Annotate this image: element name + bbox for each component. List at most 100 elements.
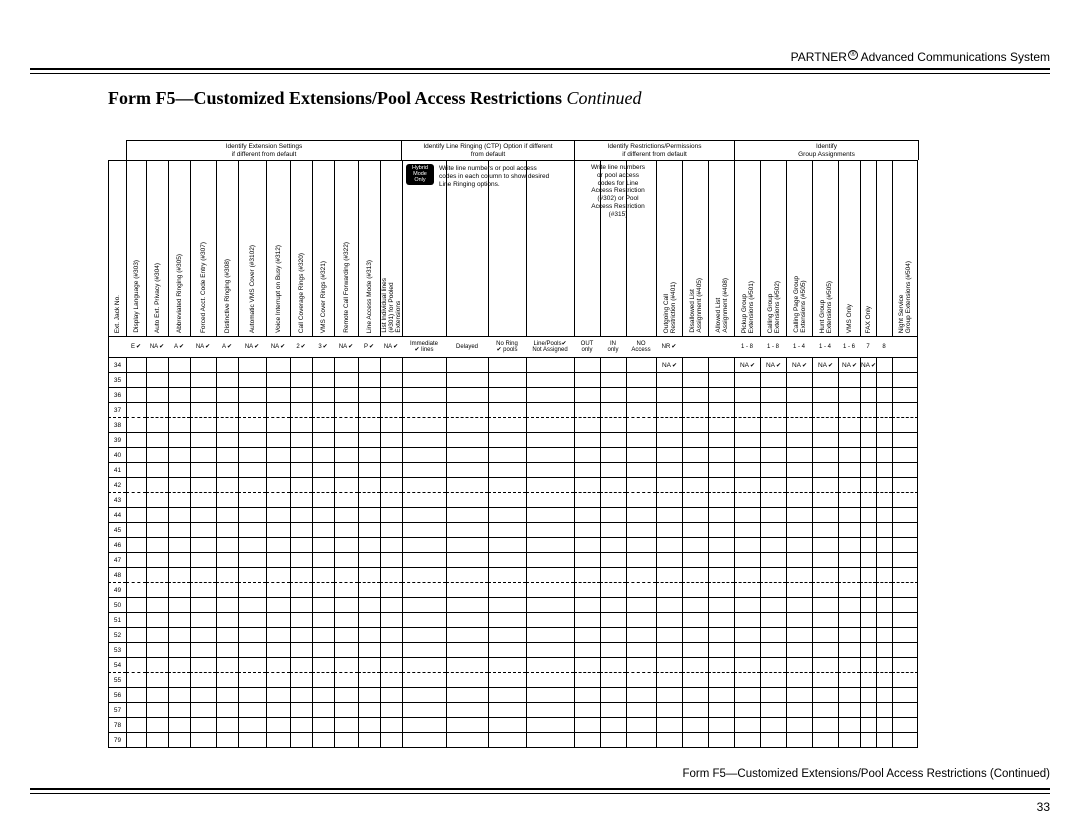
table-cell [626,568,656,583]
table-cell [380,733,402,748]
table-cell [312,598,334,613]
table-cell [402,523,446,538]
table-cell [812,658,838,673]
table-cell [334,583,358,598]
table-row: 47 [108,553,1050,568]
table-cell [786,733,812,748]
table-cell [126,658,146,673]
table-cell [708,733,734,748]
table-cell [358,583,380,598]
table-cell [216,463,238,478]
table-cell [126,463,146,478]
table-cell [380,478,402,493]
page-number: 33 [1037,800,1050,814]
table-cell [380,658,402,673]
table-cell [682,418,708,433]
table-cell [216,673,238,688]
table-cell [734,433,760,448]
table-cell [682,568,708,583]
table-cell [238,628,266,643]
table-cell [734,508,760,523]
table-cell [402,388,446,403]
table-cell [656,568,682,583]
table-cell [574,673,600,688]
table-cell [190,523,216,538]
table-cell [446,403,488,418]
page: PARTNER® Advanced Communications System … [0,0,1080,834]
table-row: 50 [108,598,1050,613]
table-cell [238,598,266,613]
table-cell [526,433,574,448]
table-cell [860,388,876,403]
table-cell [266,403,290,418]
table-cell [358,373,380,388]
table-cell [402,508,446,523]
table-cell [526,493,574,508]
table-cell [488,433,526,448]
table-cell [860,478,876,493]
table-cell [876,613,892,628]
table-cell [402,643,446,658]
hybrid-badge: HybridModeOnly [406,164,434,185]
table-cell [600,508,626,523]
table-cell [682,643,708,658]
table-cell [334,703,358,718]
table-cell [838,613,860,628]
table-cell [190,733,216,748]
table-cell [760,673,786,688]
table-cell [708,478,734,493]
table-cell [876,583,892,598]
table-cell [526,463,574,478]
table-cell [812,628,838,643]
table-cell [786,718,812,733]
table-cell [708,463,734,478]
table-cell [312,688,334,703]
table-cell [760,568,786,583]
table-cell [526,613,574,628]
table-cell [526,733,574,748]
table-cell [266,568,290,583]
table-cell [488,658,526,673]
table-cell [402,583,446,598]
table-cell [892,598,918,613]
table-cell [168,703,190,718]
table-cell [168,733,190,748]
table-cell [892,733,918,748]
table-cell [760,478,786,493]
table-cell [402,613,446,628]
table-cell [402,703,446,718]
table-cell [216,358,238,373]
table-cell [334,358,358,373]
table-cell [126,553,146,568]
table-cell [656,418,682,433]
table-cell [626,628,656,643]
default-cell: NA [146,336,168,358]
table-cell [380,403,402,418]
table-cell [860,643,876,658]
table-row: 40 [108,448,1050,463]
table-cell [312,358,334,373]
table-cell [708,448,734,463]
table-cell [760,733,786,748]
table-cell [146,703,168,718]
column-header [446,160,488,336]
table-cell [446,568,488,583]
default-cell [708,336,734,358]
table-cell [574,388,600,403]
table-cell [146,733,168,748]
table-cell [238,658,266,673]
table-cell [488,358,526,373]
table-cell [446,718,488,733]
table-cell [488,598,526,613]
table-cell [334,538,358,553]
table-cell [216,553,238,568]
table-cell [876,523,892,538]
table-cell [380,703,402,718]
table-cell [334,568,358,583]
table-row: 48 [108,568,1050,583]
table-cell [708,598,734,613]
table-cell [290,508,312,523]
table-cell [146,628,168,643]
table-cell [190,403,216,418]
table-cell [838,493,860,508]
